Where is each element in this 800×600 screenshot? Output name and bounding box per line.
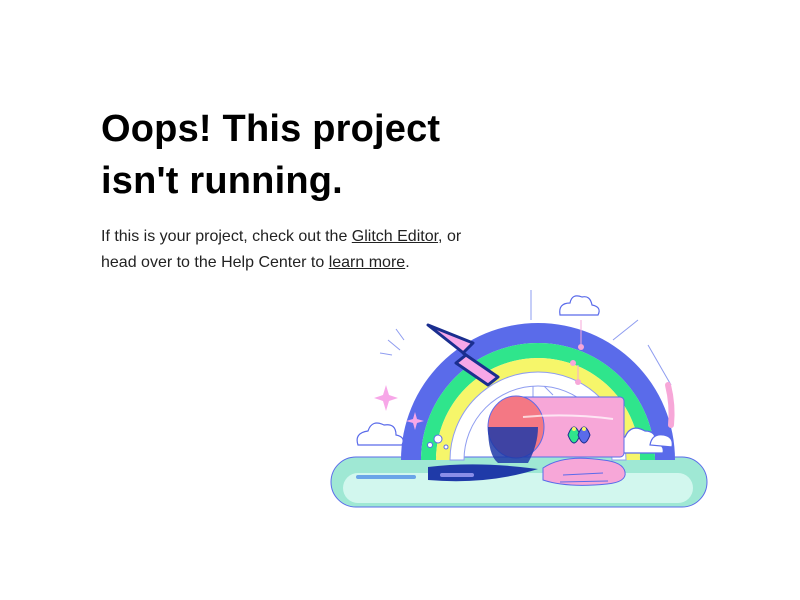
page-title-line-2: isn't running. [101, 160, 343, 202]
broken-rainbow-illustration [328, 285, 712, 515]
page-title-line-1: Oops! This project [101, 108, 441, 150]
error-content: Oops! This project isn't running. If thi… [101, 103, 501, 276]
page-title: Oops! This project isn't running. [101, 103, 501, 207]
learn-more-link[interactable]: learn more [329, 254, 405, 271]
help-message-text-2: , or [438, 228, 462, 245]
broken-rainbow-icon [330, 290, 708, 508]
glitch-editor-link[interactable]: Glitch Editor [352, 228, 438, 245]
help-message: If this is your project, check out the G… [101, 224, 501, 276]
help-message-text-3: head over to the Help Center to [101, 254, 329, 271]
help-message-text-1: If this is your project, check out the [101, 228, 352, 245]
help-message-text-4: . [405, 254, 410, 271]
